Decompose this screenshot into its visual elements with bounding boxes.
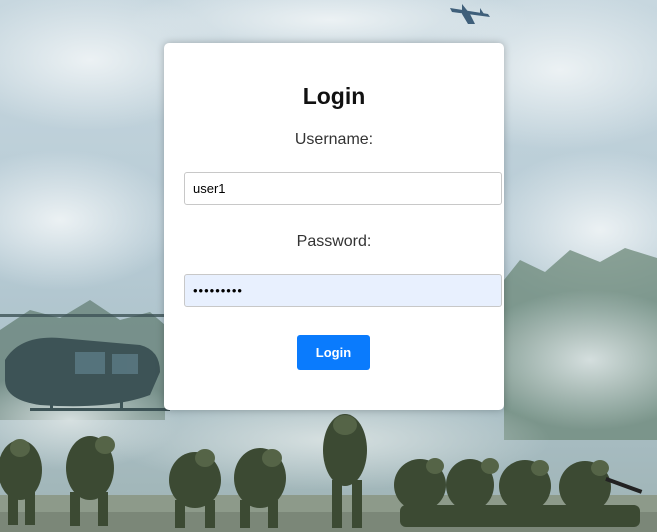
username-input[interactable] — [184, 172, 502, 205]
login-card: Login Username: Password: Login — [164, 43, 504, 410]
password-label: Password: — [296, 233, 372, 250]
login-title: Login — [302, 83, 366, 109]
login-button[interactable]: Login — [297, 335, 370, 370]
username-label: Username: — [294, 131, 374, 148]
password-input[interactable] — [184, 274, 502, 307]
